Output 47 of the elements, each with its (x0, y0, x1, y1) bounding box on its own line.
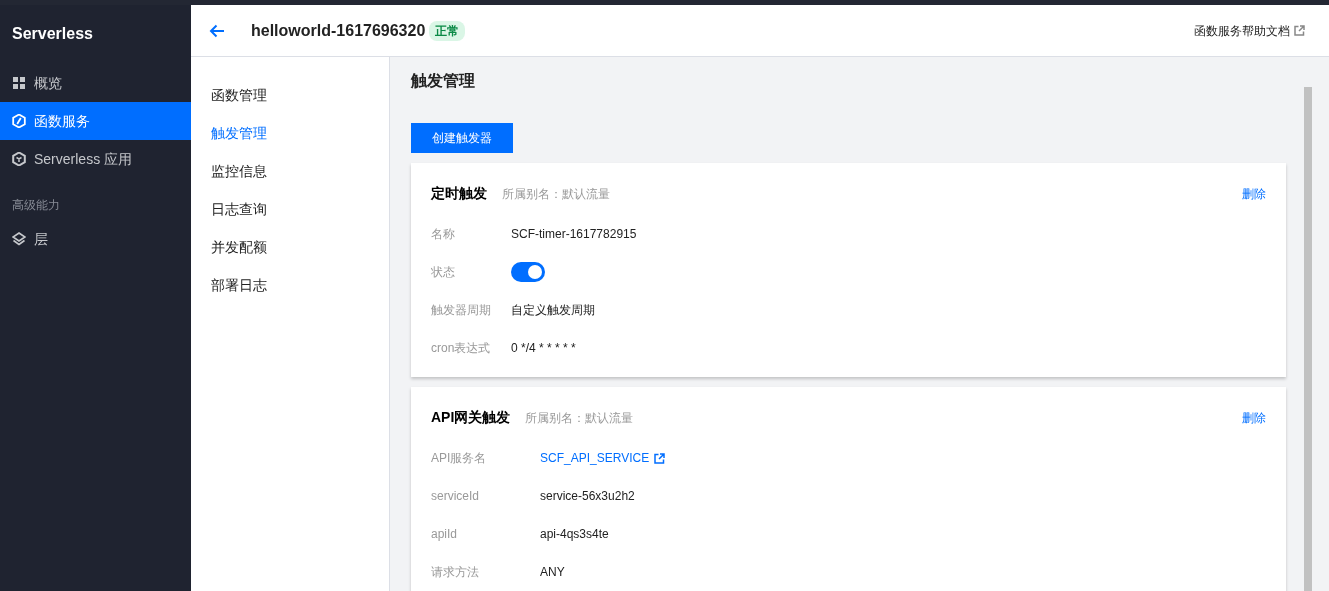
alias-text: 所属别名：默认流量 (502, 185, 610, 203)
sidebar-item[interactable]: 层 (0, 220, 191, 258)
service-link[interactable]: SCF_API_SERVICE (540, 449, 666, 467)
sidebar-item[interactable]: 函数服务 (0, 102, 191, 140)
field-label: 名称 (431, 226, 456, 243)
field-label: apiId (431, 526, 459, 543)
field-value: api-4qs3s4te (540, 526, 609, 543)
field-label: 状态 (431, 264, 456, 281)
page-title: 触发管理 (411, 71, 476, 91)
field-label: 请求方法 (431, 564, 480, 581)
field-value: ANY (540, 564, 565, 581)
field-label: API服务名 (431, 450, 488, 467)
help-link[interactable]: 函数服务帮助文档 (1194, 21, 1305, 40)
card-title: API网关触发 (431, 408, 511, 427)
field-label: serviceId (431, 488, 481, 505)
subnav-item[interactable]: 部署日志 (191, 273, 389, 311)
subnav-item[interactable]: 并发配额 (191, 235, 389, 273)
alias-text: 所属别名：默认流量 (525, 409, 634, 427)
scrollbar-thumb[interactable] (1304, 87, 1312, 591)
field-value: 0 */4 * * * * * (511, 340, 576, 357)
subnav-item[interactable]: 触发管理 (191, 121, 389, 159)
status-tag: 正常 (429, 20, 466, 41)
status-switch[interactable] (511, 262, 545, 282)
card-title: 定时触发 (431, 184, 487, 203)
cube-icon (12, 152, 26, 166)
function-title: helloworld-1617696320 (251, 20, 426, 41)
field-label: 触发器周期 (431, 302, 492, 319)
create-trigger-button[interactable]: 创建触发器 (411, 123, 513, 153)
hexagon-icon (12, 114, 26, 128)
sidebar-group-label: 高级能力 (11, 197, 61, 214)
field-label: cron表达式 (431, 340, 492, 357)
field-value: SCF-timer-1617782915 (511, 226, 637, 243)
back-arrow-icon[interactable] (209, 23, 225, 38)
field-value: service-56x3u2h2 (540, 488, 635, 505)
sidebar-item[interactable]: 概览 (0, 64, 191, 102)
external-link-icon (1294, 25, 1305, 36)
subnav-item[interactable]: 日志查询 (191, 197, 389, 235)
subnav-item[interactable]: 函数管理 (191, 83, 389, 121)
external-link-icon (654, 452, 666, 464)
grid-icon (12, 76, 26, 90)
brand-title: Serverless (11, 24, 94, 44)
sidebar-item[interactable]: Serverless 应用 (0, 140, 191, 178)
subnav-item[interactable]: 监控信息 (191, 159, 389, 197)
field-value: 自定义触发周期 (511, 302, 595, 319)
layers-icon (12, 232, 26, 246)
delete-link[interactable]: 删除 (1242, 408, 1266, 427)
delete-link[interactable]: 删除 (1242, 184, 1266, 203)
